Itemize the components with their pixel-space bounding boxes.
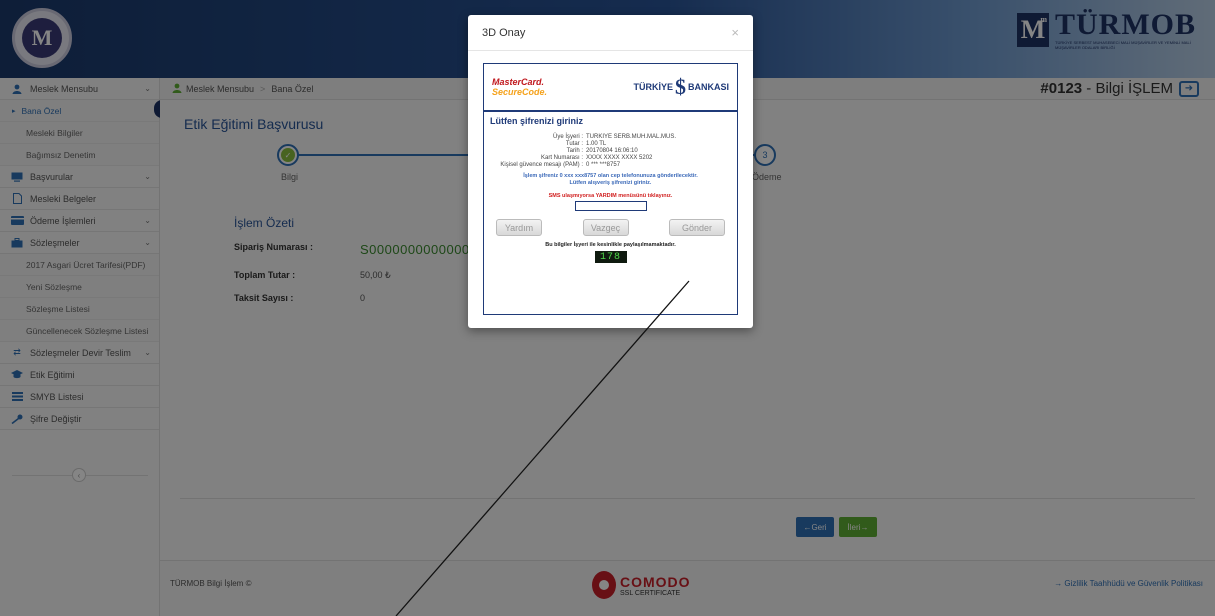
dialog-header: 3D Onay × bbox=[468, 15, 753, 51]
password-heading: Lütfen şifrenizi giriniz bbox=[490, 116, 584, 126]
detail-value: 1.00 TL bbox=[586, 141, 607, 147]
detail-row: Tutar :1.00 TL bbox=[484, 141, 737, 148]
3d-secure-dialog: 3D Onay × MasterCard. SecureCode. TÜRKİY… bbox=[468, 15, 753, 328]
cancel-button[interactable]: Vazgeç bbox=[582, 219, 629, 236]
sms-info-line1: İşlem şifreniz 0 xxx xxx8757 olan cep te… bbox=[523, 173, 698, 179]
privacy-notice: Bu bilgiler İşyeri ile kesinlikle paylaş… bbox=[545, 242, 676, 248]
transaction-details: Üye İşyeri : TURKIYE SERB.MUH.MAL.MUS. Tu… bbox=[484, 134, 737, 169]
close-icon[interactable]: × bbox=[731, 25, 739, 40]
help-button[interactable]: Yardım bbox=[496, 219, 542, 236]
mc-line1: MasterCard. bbox=[492, 77, 545, 87]
dialog-title: 3D Onay bbox=[482, 26, 526, 39]
send-button[interactable]: Gönder bbox=[669, 219, 725, 236]
mc-line2: SecureCode. bbox=[492, 87, 548, 97]
detail-row: Kişisel güvence mesajı (PAM) :0 *** ***8… bbox=[484, 162, 737, 169]
frame-header: MasterCard. SecureCode. TÜRKİYE $ BANKAS… bbox=[484, 64, 737, 112]
sms-help-warning: SMS ulaşmıyorsa YARDIM menüsünü tıklayın… bbox=[548, 193, 673, 199]
bank-symbol: $ bbox=[674, 74, 686, 99]
sms-password-input[interactable] bbox=[574, 201, 647, 211]
detail-label: Kişisel güvence mesajı (PAM) : bbox=[500, 162, 583, 168]
mastercard-securecode-logo: MasterCard. SecureCode. bbox=[492, 77, 547, 97]
frame-buttons: Yardım Vazgeç Gönder bbox=[484, 219, 737, 236]
sms-info: İşlem şifreniz 0 xxx xxx8757 olan cep te… bbox=[484, 173, 737, 187]
detail-value: TURKIYE SERB.MUH.MAL.MUS. bbox=[586, 134, 677, 140]
detail-label: Üye İşyeri : bbox=[552, 134, 583, 140]
detail-label: Tutar : bbox=[565, 141, 583, 147]
detail-value: 0 *** ***8757 bbox=[586, 162, 621, 168]
detail-row: Kart Numarası : XXXX XXXX XXXX 5202 bbox=[484, 155, 737, 162]
countdown-timer: 178 bbox=[594, 251, 627, 263]
detail-row: Tarih :20170804 16:06:10 bbox=[484, 148, 737, 155]
bank-name-left: TÜRKİYE bbox=[633, 82, 673, 92]
sms-info-line2: Lütfen alışveriş şifrenizi giriniz. bbox=[569, 180, 652, 186]
detail-label: Kart Numarası : bbox=[540, 155, 583, 161]
bank-name-right: BANKASI bbox=[687, 82, 729, 92]
detail-value: 20170804 16:06:10 bbox=[586, 148, 638, 154]
bank-verification-frame: MasterCard. SecureCode. TÜRKİYE $ BANKAS… bbox=[483, 63, 738, 315]
isbank-logo: TÜRKİYE $ BANKASI bbox=[633, 74, 729, 100]
detail-value: XXXX XXXX XXXX 5202 bbox=[586, 155, 653, 161]
detail-label: Tarih : bbox=[566, 148, 583, 154]
detail-row: Üye İşyeri : TURKIYE SERB.MUH.MAL.MUS. bbox=[484, 134, 737, 141]
